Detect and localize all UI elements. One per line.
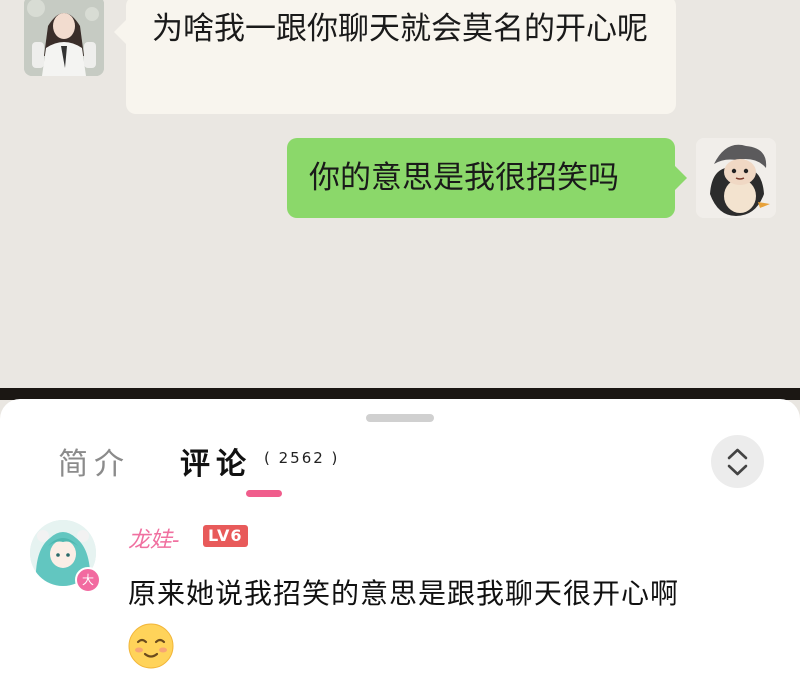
self-avatar[interactable] xyxy=(696,138,776,218)
sent-message-bubble[interactable]: 你的意思是我很招笑吗 xyxy=(287,138,687,218)
received-message-bubble[interactable]: 为啥我一跟你聊天就会莫名的开心呢 xyxy=(114,0,676,114)
level-badge: LV6 xyxy=(203,525,248,547)
anime-girl-avatar-icon xyxy=(24,0,104,76)
chat-area: 为啥我一跟你聊天就会莫名的开心呢 你的意思是我很招笑吗 xyxy=(0,0,800,388)
commenter-avatar[interactable]: 大 xyxy=(30,520,101,593)
comment-text: 原来她说我招笑的意思是跟我聊天很开心啊 xyxy=(128,577,680,610)
penguin-boy-avatar-icon xyxy=(696,138,776,218)
comments-sheet: 简介 评论 ( 2562 ) 大 龙娃- LV6 原来她说我招笑的意思是跟我聊天 xyxy=(0,399,800,679)
expand-toggle-button[interactable] xyxy=(711,435,764,488)
drag-handle[interactable] xyxy=(366,414,434,422)
commenter-username[interactable]: 龙娃- xyxy=(128,522,179,554)
received-message-text: 为啥我一跟你聊天就会莫名的开心呢 xyxy=(152,11,648,47)
tab-intro[interactable]: 简介 xyxy=(58,439,130,483)
active-tab-indicator xyxy=(246,490,282,497)
tab-comments[interactable]: 评论 xyxy=(180,439,252,483)
sent-message-text: 你的意思是我很招笑吗 xyxy=(309,160,619,196)
contact-avatar[interactable] xyxy=(24,0,104,76)
chevron-up-down-icon xyxy=(727,448,748,476)
comment-count: ( 2562 ) xyxy=(264,449,340,467)
smile-emoji-icon xyxy=(128,623,174,669)
member-badge: 大 xyxy=(75,567,101,593)
